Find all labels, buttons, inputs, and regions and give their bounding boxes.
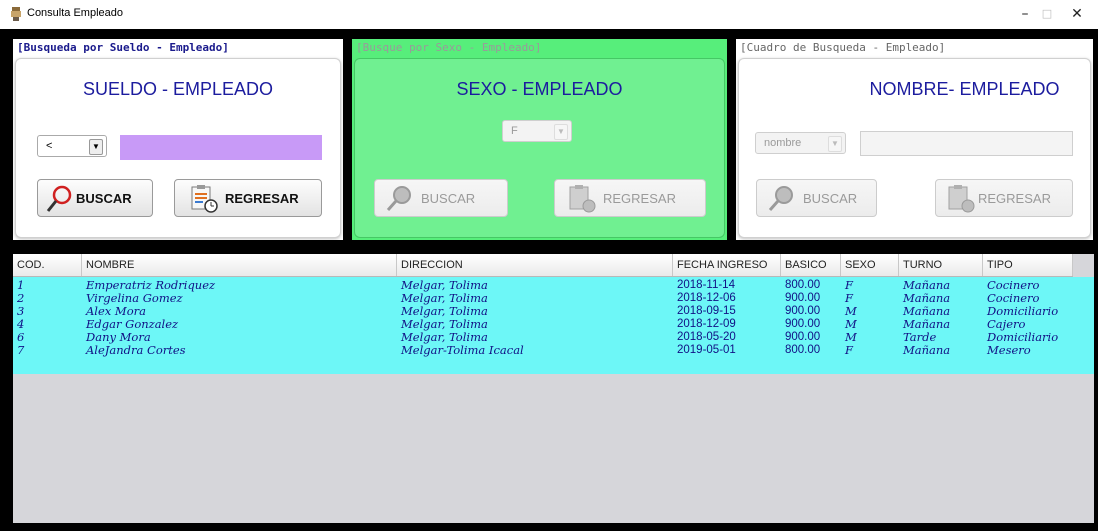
app-icon bbox=[11, 7, 21, 21]
title-bar: Consulta Empleado – □ ✕ bbox=[0, 0, 1098, 29]
column-header-nombre[interactable]: NOMBRE bbox=[82, 254, 397, 276]
cell-basico: 900.00 bbox=[785, 318, 821, 330]
nombre-search-panel: [Cuadro de Busqueda - Empleado] NOMBRE- … bbox=[736, 39, 1093, 240]
sueldo-search-panel: [Busqueda por Sueldo - Empleado] SUELDO … bbox=[13, 39, 343, 240]
column-header-tipo[interactable]: TIPO bbox=[983, 254, 1073, 276]
clipboard-clock-icon bbox=[569, 185, 596, 213]
sueldo-operator-value: < bbox=[46, 140, 53, 152]
sexo-buscar-label: BUSCAR bbox=[421, 191, 476, 206]
close-button[interactable]: ✕ bbox=[1060, 3, 1094, 25]
magnifier-icon bbox=[768, 186, 793, 211]
sueldo-buscar-button[interactable]: BUSCAR bbox=[37, 179, 153, 217]
nombre-field-value: nombre bbox=[764, 137, 802, 149]
nombre-panel-body: NOMBRE- EMPLEADO nombre ▼ BUSCAR REGRESA… bbox=[738, 58, 1091, 238]
cell-direccion: Melgar-Tolima Icacal bbox=[401, 343, 524, 357]
cell-fecha-ingreso: 2018-09-15 bbox=[677, 305, 736, 317]
sexo-regresar-label: REGRESAR bbox=[603, 191, 676, 206]
sueldo-regresar-button[interactable]: REGRESAR bbox=[174, 179, 322, 217]
cell-fecha-ingreso: 2018-11-14 bbox=[677, 279, 735, 291]
sueldo-heading: SUELDO - EMPLEADO bbox=[82, 79, 274, 99]
sexo-buscar-button[interactable]: BUSCAR bbox=[374, 179, 508, 217]
nombre-buscar-label: BUSCAR bbox=[803, 191, 858, 206]
magnifier-icon bbox=[386, 186, 411, 211]
chevron-down-icon: ▼ bbox=[828, 136, 842, 152]
main-content: [Busqueda por Sueldo - Empleado] SUELDO … bbox=[0, 29, 1098, 531]
cell-basico: 800.00 bbox=[785, 279, 821, 291]
cell-cod: 7 bbox=[17, 343, 25, 357]
nombre-regresar-label: REGRESAR bbox=[978, 191, 1051, 206]
nombre-field-select[interactable]: nombre ▼ bbox=[755, 132, 846, 154]
sueldo-panel-title: [Busqueda por Sueldo - Empleado] bbox=[17, 41, 229, 54]
cell-tipo: Mesero bbox=[987, 343, 1031, 357]
sexo-panel-body: SEXO - EMPLEADO F ▼ BUSCAR REGRESAR bbox=[354, 58, 725, 238]
cell-fecha-ingreso: 2018-12-06 bbox=[677, 292, 736, 304]
column-header-direccion[interactable]: DIRECCION bbox=[397, 254, 673, 276]
nombre-buscar-button[interactable]: BUSCAR bbox=[756, 179, 877, 217]
sueldo-buscar-label: BUSCAR bbox=[76, 191, 132, 206]
chevron-down-icon: ▼ bbox=[89, 139, 103, 155]
sexo-select[interactable]: F ▼ bbox=[502, 120, 572, 142]
sueldo-operator-select[interactable]: < ▼ bbox=[37, 135, 107, 157]
table-body: 1 Emperatriz Rodriquez Melgar, Tolima 2018-… bbox=[13, 277, 1094, 374]
sexo-regresar-button[interactable]: REGRESAR bbox=[554, 179, 706, 217]
sueldo-input[interactable] bbox=[120, 135, 322, 160]
window-title: Consulta Empleado bbox=[27, 7, 124, 19]
column-header-basico[interactable]: BASICO bbox=[781, 254, 841, 276]
cell-turno: Mañana bbox=[903, 343, 951, 357]
cell-basico: 900.00 bbox=[785, 305, 821, 317]
cell-fecha-ingreso: 2019-05-01 bbox=[677, 344, 736, 356]
nombre-panel-title: [Cuadro de Busqueda - Empleado] bbox=[740, 41, 946, 54]
sexo-search-panel: [Busque por Sexo - Empleado] SEXO - EMPL… bbox=[352, 39, 727, 240]
sexo-panel-title: [Busque por Sexo - Empleado] bbox=[356, 41, 542, 54]
sexo-heading: SEXO - EMPLEADO bbox=[456, 79, 623, 99]
cell-sexo: F bbox=[845, 343, 853, 357]
sueldo-regresar-label: REGRESAR bbox=[225, 191, 299, 206]
column-header-turno[interactable]: TURNO bbox=[899, 254, 983, 276]
cell-basico: 800.00 bbox=[785, 344, 821, 356]
cell-nombre: AleJandra Cortes bbox=[86, 343, 186, 357]
employee-table[interactable]: COD. NOMBRE DIRECCION FECHA INGRESO BASI… bbox=[13, 254, 1094, 523]
table-row[interactable]: 7 AleJandra Cortes Melgar-Tolima Icacal 201… bbox=[13, 344, 1094, 357]
magnifier-icon bbox=[46, 185, 72, 212]
sexo-select-value: F bbox=[511, 125, 518, 137]
cell-fecha-ingreso: 2018-05-20 bbox=[677, 331, 736, 343]
nombre-heading: NOMBRE- EMPLEADO bbox=[869, 79, 1060, 99]
nombre-input[interactable] bbox=[860, 131, 1073, 156]
table-header: COD. NOMBRE DIRECCION FECHA INGRESO BASI… bbox=[13, 254, 1073, 277]
sueldo-panel-body: SUELDO - EMPLEADO < ▼ BUSCAR REGRESAR bbox=[15, 58, 341, 238]
clipboard-clock-icon bbox=[191, 185, 218, 213]
column-header-sexo[interactable]: SEXO bbox=[841, 254, 899, 276]
column-header-cod[interactable]: COD. bbox=[13, 254, 82, 276]
chevron-down-icon: ▼ bbox=[554, 124, 568, 140]
maximize-button[interactable]: □ bbox=[1030, 3, 1064, 25]
column-header-fecha-ingreso[interactable]: FECHA INGRESO bbox=[673, 254, 781, 276]
nombre-regresar-button[interactable]: REGRESAR bbox=[935, 179, 1073, 217]
clipboard-clock-icon bbox=[948, 185, 975, 213]
cell-basico: 900.00 bbox=[785, 292, 821, 304]
cell-basico: 900.00 bbox=[785, 331, 821, 343]
cell-fecha-ingreso: 2018-12-09 bbox=[677, 318, 736, 330]
